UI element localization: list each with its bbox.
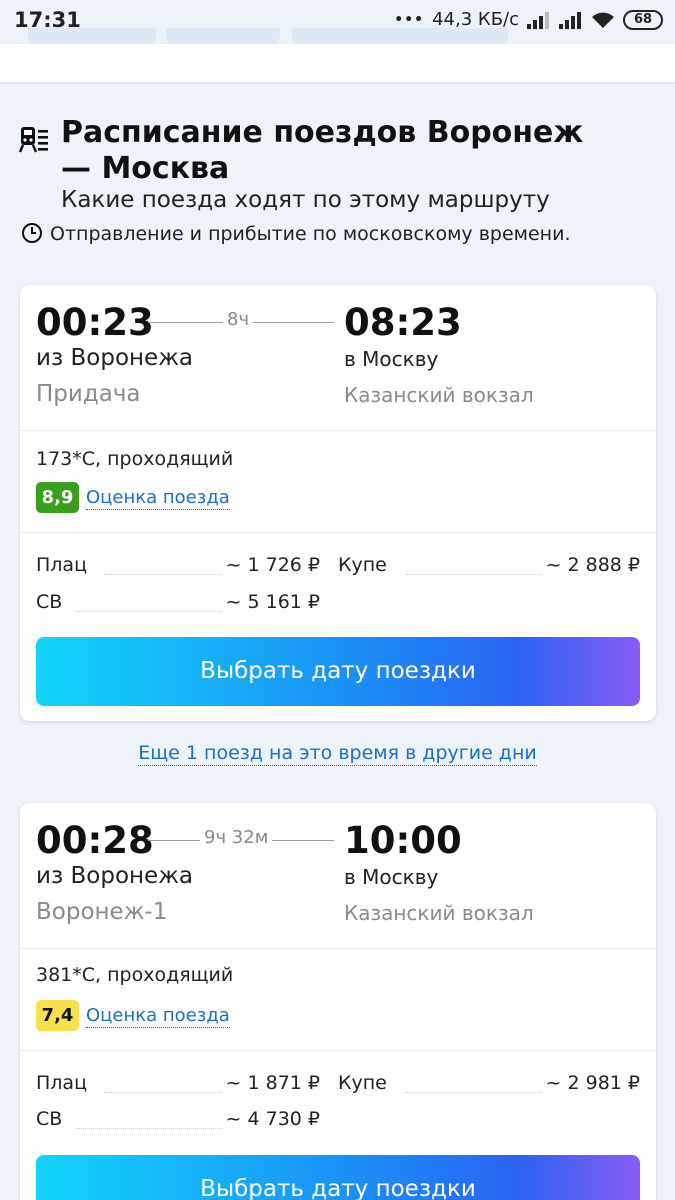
price-leader <box>104 1092 222 1093</box>
arrival-station: Казанский вокзал <box>344 901 534 925</box>
divider <box>20 948 656 949</box>
price-class-label: СВ <box>36 1108 63 1130</box>
arrival-city: в Москву <box>344 347 439 371</box>
train-rating-link[interactable]: Оценка поезда <box>86 1005 230 1028</box>
arrival-time: 10:00 <box>344 819 462 862</box>
departure-station: Придача <box>36 381 141 407</box>
notification-dots: ••• <box>394 11 425 28</box>
clock-icon <box>22 223 42 243</box>
train-rating-link[interactable]: Оценка поезда <box>86 487 230 510</box>
price-value: ~ 2 981 ₽ <box>545 1072 640 1094</box>
price-leader <box>76 1128 222 1129</box>
price-class-label: Плац <box>36 554 88 576</box>
train-number: 381*С, проходящий <box>36 964 234 986</box>
price-class-label: СВ <box>36 591 63 613</box>
choose-date-button[interactable]: Выбрать дату поездки <box>36 637 640 706</box>
train-card: 00:23 8ч 08:23 из Воронежа в Москву Прид… <box>20 285 656 721</box>
page-subtitle: Какие поезда ходят по этому маршруту <box>61 187 550 213</box>
departure-station: Воронеж-1 <box>36 899 168 925</box>
price-leader <box>76 611 222 612</box>
signal-icon <box>527 11 549 29</box>
departure-city: из Воронежа <box>36 345 194 371</box>
departure-time: 00:23 <box>36 301 154 344</box>
trip-duration: 8ч <box>223 309 254 330</box>
departure-city: из Воронежа <box>36 863 194 889</box>
price-class-label: Плац <box>36 1072 88 1094</box>
more-trains-label[interactable]: Еще 1 поезд на это время в другие дни <box>138 742 537 766</box>
signal-icon <box>559 11 581 29</box>
top-panel <box>0 44 675 82</box>
battery-icon: 68 <box>623 9 663 30</box>
price-value: ~ 2 888 ₽ <box>545 554 640 576</box>
choose-date-button[interactable]: Выбрать дату поездки <box>36 1155 640 1200</box>
price-value: ~ 1 726 ₽ <box>225 554 320 576</box>
wifi-icon <box>592 12 614 28</box>
price-value: ~ 1 871 ₽ <box>225 1072 320 1094</box>
train-icon <box>18 127 48 153</box>
train-number: 173*С, проходящий <box>36 448 234 470</box>
price-leader <box>406 1092 542 1093</box>
timezone-note: Отправление и прибытие по московскому вр… <box>50 223 571 245</box>
divider <box>20 430 656 431</box>
divider <box>20 532 656 533</box>
status-icons: ••• 44,3 КБ/с 68 <box>394 9 663 30</box>
departure-time: 00:28 <box>36 819 154 862</box>
arrival-time: 08:23 <box>344 301 462 344</box>
train-card: 00:28 9ч 32м 10:00 из Воронежа в Москву … <box>20 803 656 1200</box>
trip-duration: 9ч 32м <box>200 827 273 848</box>
price-class-label: Купе <box>338 1072 387 1094</box>
arrival-city: в Москву <box>344 865 439 889</box>
more-trains-link[interactable]: Еще 1 поезд на это время в другие дни <box>0 742 675 766</box>
rating-badge: 7,4 <box>36 1000 79 1031</box>
rating-badge: 8,9 <box>36 482 79 513</box>
price-leader <box>104 574 222 575</box>
divider <box>20 1050 656 1051</box>
price-value: ~ 4 730 ₽ <box>225 1108 320 1130</box>
network-speed: 44,3 КБ/с <box>432 9 519 30</box>
page-title: Расписание поездов Воронеж — Москва <box>61 115 584 186</box>
arrival-station: Казанский вокзал <box>344 383 534 407</box>
price-leader <box>406 574 542 575</box>
price-class-label: Купе <box>338 554 387 576</box>
price-value: ~ 5 161 ₽ <box>225 591 320 613</box>
